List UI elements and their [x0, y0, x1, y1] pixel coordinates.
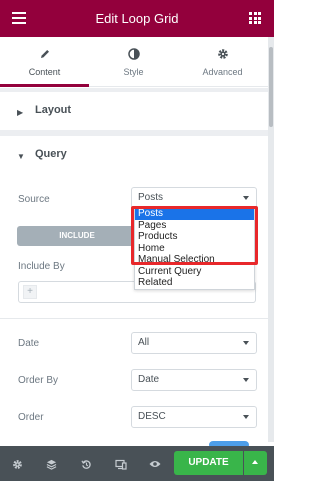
caret-up-icon: [252, 460, 258, 464]
include-by-label: Include By: [18, 261, 65, 272]
dropdown-option-home[interactable]: Home: [135, 243, 254, 255]
tab-advanced-label: Advanced: [202, 67, 243, 77]
gear-icon: [178, 47, 267, 61]
section-query-title: Query: [35, 148, 67, 160]
dropdown-option-current-query[interactable]: Current Query: [135, 266, 254, 278]
order-label: Order: [18, 412, 44, 423]
order-by-select-value: Date: [138, 374, 160, 385]
include-tab[interactable]: INCLUDE: [17, 226, 137, 246]
dropdown-option-posts[interactable]: Posts: [135, 208, 254, 220]
dropdown-option-products[interactable]: Products: [135, 231, 254, 243]
panel-footer: UPDATE: [0, 446, 274, 481]
tab-content-label: Content: [28, 67, 61, 77]
panel-title: Edit Loop Grid: [95, 11, 179, 26]
history-icon[interactable]: [79, 457, 93, 471]
order-by-select[interactable]: Date: [131, 369, 257, 391]
chevron-down-icon: [243, 415, 249, 419]
order-select-value: DESC: [138, 411, 166, 422]
chevron-down-icon: [243, 196, 249, 200]
chevron-down-icon: [243, 378, 249, 382]
caret-down-icon: ▼: [17, 152, 25, 161]
source-label: Source: [18, 194, 50, 205]
divider: [0, 318, 268, 319]
dropdown-option-related[interactable]: Related: [135, 277, 254, 289]
widgets-grid-icon[interactable]: [249, 12, 261, 24]
source-select-value: Posts: [138, 192, 164, 203]
preview-eye-icon[interactable]: [148, 457, 162, 471]
dropdown-option-manual-selection[interactable]: Manual Selection: [135, 254, 254, 266]
plus-icon[interactable]: +: [23, 285, 37, 299]
date-label: Date: [18, 338, 40, 349]
tab-style-label: Style: [123, 67, 144, 77]
section-layout[interactable]: ▶ Layout: [0, 92, 268, 130]
date-select[interactable]: All: [131, 332, 257, 354]
settings-gear-icon[interactable]: [10, 457, 24, 471]
section-layout-title: Layout: [35, 104, 72, 116]
update-button[interactable]: UPDATE: [174, 451, 243, 475]
source-dropdown-list: Posts Pages Products Home Manual Selecti…: [134, 207, 255, 290]
layers-icon[interactable]: [44, 457, 58, 471]
source-select[interactable]: Posts: [131, 187, 257, 209]
section-query[interactable]: ▼ Query: [0, 136, 268, 174]
tab-advanced[interactable]: Advanced: [178, 37, 267, 87]
caret-right-icon: ▶: [17, 108, 24, 117]
scrollbar-thumb[interactable]: [269, 47, 273, 127]
panel-scrollbar[interactable]: [268, 37, 274, 442]
chevron-down-icon: [243, 341, 249, 345]
tab-content[interactable]: Content: [0, 37, 89, 87]
tab-style[interactable]: Style: [89, 37, 178, 87]
contrast-icon: [89, 47, 178, 61]
order-by-label: Order By: [18, 375, 59, 386]
responsive-mode-icon[interactable]: [114, 457, 128, 471]
order-select[interactable]: DESC: [131, 406, 257, 428]
dropdown-option-pages[interactable]: Pages: [135, 220, 254, 232]
panel-header: Edit Loop Grid: [0, 0, 274, 37]
date-select-value: All: [138, 337, 150, 348]
update-options-button[interactable]: [244, 451, 267, 475]
pencil-icon: [0, 47, 89, 61]
panel-tabs: Content Style Advanced: [0, 37, 268, 87]
